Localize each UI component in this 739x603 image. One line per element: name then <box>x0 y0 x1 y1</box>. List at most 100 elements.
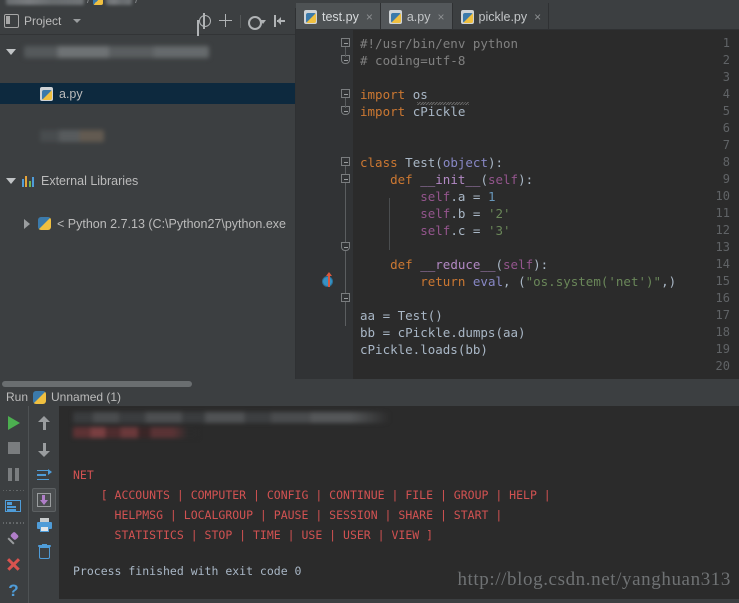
soft-wrap-button[interactable] <box>32 462 56 488</box>
breadcrumb-project-redacted <box>6 0 84 5</box>
tab-label: pickle.py <box>478 9 528 24</box>
code-line-9: def __init__(self): <box>390 172 534 187</box>
pin-icon <box>6 530 21 547</box>
expand-arrow-icon[interactable] <box>6 48 16 55</box>
python-file-icon <box>304 9 317 24</box>
clear-all-button[interactable] <box>32 538 56 564</box>
breadcrumb-separator: / <box>87 0 91 6</box>
chevron-down-icon[interactable] <box>73 19 82 23</box>
show-console-button[interactable] <box>2 494 26 520</box>
tabbar-empty-space <box>549 3 739 30</box>
python-file-icon <box>460 9 474 24</box>
tree-child-redacted <box>40 129 104 142</box>
watermark: http://blog.csdn.net/yanghuan313 <box>457 569 731 590</box>
fold-marker[interactable] <box>341 157 350 166</box>
scrollbar-thumb[interactable] <box>2 380 192 387</box>
console-line-1: NET <box>73 468 94 482</box>
editor-tabbar: test.py × a.py × pickle.py × <box>296 0 739 30</box>
run-tab-label[interactable]: Run <box>6 390 28 404</box>
pause-button[interactable] <box>2 461 26 487</box>
code-line-2: # coding=utf-8 <box>360 53 466 68</box>
project-panel-toolbar <box>198 13 291 30</box>
python-icon <box>38 217 51 230</box>
close-button[interactable] <box>2 552 26 578</box>
run-panel-body: ? NET [ ACCOUNTS | COMPUTER | CONFIG | C… <box>0 406 739 603</box>
tree-label-python-interpreter: < Python 2.7.13 (C:\Python27\python.exe <box>57 216 286 231</box>
toolbar-separator <box>2 487 25 494</box>
close-icon[interactable]: × <box>366 10 373 24</box>
python-file-icon <box>93 0 104 5</box>
code-editor[interactable]: 1 2 3 4 5 6 7 8 9 10 11 12 13 14 15 16 1… <box>296 30 739 379</box>
fold-marker[interactable] <box>341 38 350 47</box>
arrow-down-icon <box>38 442 50 457</box>
code-content[interactable]: #!/usr/bin/env python # coding=utf-8 imp… <box>353 30 739 379</box>
close-icon[interactable]: × <box>534 10 541 24</box>
override-method-marker[interactable] <box>322 272 333 287</box>
fold-line <box>345 47 346 57</box>
scroll-to-end-icon <box>36 492 52 508</box>
hide-panel-icon[interactable] <box>273 14 287 28</box>
python-file-icon <box>388 9 402 24</box>
fold-marker[interactable] <box>341 242 350 251</box>
tree-row-python-interpreter[interactable]: < Python 2.7.13 (C:\Python27\python.exe <box>0 213 295 234</box>
down-stack-trace-button[interactable] <box>32 436 56 462</box>
collapse-arrow-icon[interactable] <box>24 218 30 229</box>
pin-tab-button[interactable] <box>2 526 26 552</box>
code-line-4: import os <box>360 87 428 102</box>
code-line-8: class Test(object): <box>360 155 504 170</box>
project-root-redacted <box>24 45 209 58</box>
rerun-button[interactable] <box>2 410 26 436</box>
tab-pickle-py[interactable]: pickle.py × <box>453 3 550 30</box>
locate-icon[interactable] <box>198 13 212 29</box>
scroll-to-end-button[interactable] <box>32 488 56 512</box>
code-line-12: self.c = '3' <box>420 223 511 238</box>
fold-marker[interactable] <box>341 174 350 183</box>
arrow-up-icon <box>38 415 50 431</box>
python-icon <box>33 390 47 404</box>
tree-row-project-root[interactable] <box>0 41 295 62</box>
tab-a-py[interactable]: a.py × <box>380 3 453 30</box>
code-line-17: aa = Test() <box>360 308 443 323</box>
expand-arrow-icon[interactable] <box>6 177 16 184</box>
fold-marker[interactable] <box>341 89 350 98</box>
console-output[interactable]: NET [ ACCOUNTS | COMPUTER | CONFIG | CON… <box>59 406 739 599</box>
collapse-all-icon[interactable] <box>219 14 233 28</box>
close-icon[interactable]: × <box>437 10 444 24</box>
tab-test-py[interactable]: test.py × <box>296 3 381 30</box>
soft-wrap-icon <box>36 468 52 482</box>
project-panel-title-group[interactable]: Project <box>4 14 82 28</box>
play-icon <box>7 415 20 430</box>
pycharm-window: / / Project a.py External Libraries < Py… <box>0 0 739 603</box>
print-button[interactable] <box>32 512 56 538</box>
run-config-name[interactable]: Unnamed (1) <box>51 390 121 404</box>
project-tree: a.py External Libraries < Python 2.7.13 … <box>0 35 295 380</box>
trash-icon <box>37 543 51 559</box>
stop-button[interactable] <box>2 436 26 462</box>
sidebar-horizontal-scrollbar[interactable] <box>0 379 295 388</box>
code-line-5: import cPickle <box>360 104 466 119</box>
breadcrumb-file-redacted <box>106 0 133 5</box>
help-button[interactable]: ? <box>2 577 26 603</box>
tree-label-a-py: a.py <box>59 86 83 101</box>
project-panel-icon <box>4 14 19 28</box>
run-toolbar-left: ? <box>0 406 27 603</box>
toolbar-divider <box>240 14 241 28</box>
tree-row-a-py[interactable]: a.py <box>0 83 295 104</box>
up-stack-trace-button[interactable] <box>32 410 56 436</box>
console-line-3: HELPMSG | LOCALGROUP | PAUSE | SESSION |… <box>73 508 503 522</box>
breadcrumb-separator-2: / <box>135 0 139 6</box>
fold-marker[interactable] <box>341 293 350 302</box>
libraries-icon <box>22 175 35 187</box>
printer-icon <box>36 518 52 532</box>
run-panel: Run Unnamed (1) ? NET [ACCOUNTS | COMPU… <box>0 379 739 603</box>
console-redacted-command <box>73 412 403 423</box>
code-line-11: self.b = '2' <box>420 206 511 221</box>
project-panel-header: Project <box>0 8 295 35</box>
tree-row-external-libraries[interactable]: External Libraries <box>0 170 295 191</box>
console-icon <box>5 500 22 513</box>
python-file-icon <box>40 86 53 101</box>
code-line-10: self.a = 1 <box>420 189 496 204</box>
project-panel-title: Project <box>24 14 62 28</box>
gear-icon[interactable] <box>248 14 266 30</box>
tree-row-redacted-child[interactable] <box>0 125 295 146</box>
